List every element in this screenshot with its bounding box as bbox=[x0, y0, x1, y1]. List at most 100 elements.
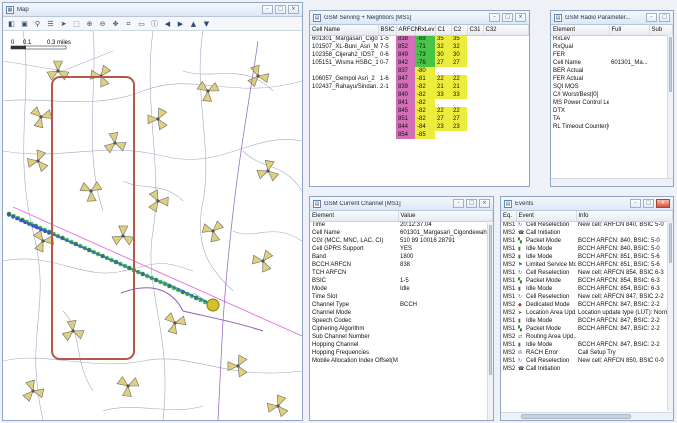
table-row[interactable]: TCH ARFCN bbox=[310, 269, 493, 277]
legend-icon[interactable]: ▭ bbox=[136, 19, 147, 29]
radio-col-header[interactable]: Sub bbox=[649, 25, 673, 36]
table-row[interactable]: 837 -80 bbox=[310, 67, 529, 75]
table-row[interactable]: C/I Worst/Best[0] bbox=[551, 91, 673, 99]
table-row[interactable]: Sub Channel Number bbox=[310, 333, 493, 341]
maximize-button[interactable]: □ bbox=[502, 13, 513, 22]
serving-col-header[interactable]: Cell Name bbox=[310, 25, 379, 36]
arrow-up-icon[interactable]: ▲ bbox=[188, 19, 199, 29]
table-row[interactable]: 102437_Rahayu/Sindan... 2-1 839 -82 21 21 bbox=[310, 83, 529, 91]
minimize-button[interactable]: – bbox=[489, 13, 500, 22]
arrow-left-icon[interactable]: ◀ bbox=[162, 19, 173, 29]
serving-col-header[interactable]: BSIC bbox=[378, 25, 397, 36]
table-row[interactable]: 841 -82 bbox=[310, 99, 529, 107]
map-titlebar[interactable]: ▦ Map – □ × bbox=[3, 3, 302, 17]
table-row[interactable]: Channel Mode bbox=[310, 309, 493, 317]
pan-icon[interactable]: ✥ bbox=[110, 19, 121, 29]
serving-titlebar[interactable]: ▤ GSM Serving + Neighbors [MS1] – □ × bbox=[310, 11, 529, 25]
close-button[interactable]: × bbox=[479, 199, 490, 208]
channel-col-header[interactable]: Value bbox=[398, 211, 493, 222]
close-button[interactable]: × bbox=[656, 199, 670, 208]
table-row[interactable]: 844 -84 23 23 bbox=[310, 123, 529, 131]
list-item[interactable]: MS2 ◆ Dedicated Mode BCCH ARFCN: 847, BSIC:… bbox=[501, 301, 673, 309]
table-row[interactable]: Cell Name 601301_Margasari_Cigondewah_ bbox=[310, 229, 493, 237]
minimize-button[interactable]: – bbox=[646, 13, 657, 22]
list-item[interactable]: MS1 ▚ Packet Mode BCCH ARFCN: 840, BSIC: 5-… bbox=[501, 237, 673, 245]
table-row[interactable]: 102358_Cijerah2_IDST_2 0-6 849 -73 30 30 bbox=[310, 51, 529, 59]
table-row[interactable]: Mobile Allocation Index Offset(MAIO) bbox=[310, 357, 493, 365]
radio-col-header[interactable]: Element bbox=[551, 25, 610, 36]
list-item[interactable]: MS1 ▮ Idle Mode BCCH ARFCN: 854, BSIC: 6-3 bbox=[501, 285, 673, 293]
scrollbar-thumb[interactable] bbox=[521, 414, 631, 419]
events-col-header[interactable]: Event bbox=[516, 211, 577, 222]
arrow-down-icon[interactable]: ▼ bbox=[201, 19, 212, 29]
map-icon[interactable]: ▣ bbox=[19, 19, 30, 29]
list-item[interactable]: MS2 ▮ Idle Mode BCCH ARFCN: 851, BSIC: 5-6 bbox=[501, 253, 673, 261]
table-row[interactable]: Time Slot bbox=[310, 293, 493, 301]
serving-col-header[interactable]: RxLev bbox=[415, 25, 436, 36]
scrollbar-thumb[interactable] bbox=[669, 223, 672, 263]
table-row[interactable]: BSIC 1-5 bbox=[310, 277, 493, 285]
maximize-button[interactable]: □ bbox=[275, 5, 286, 14]
table-row[interactable]: 851 -82 27 27 bbox=[310, 115, 529, 123]
serving-col-header[interactable]: C1 bbox=[435, 25, 452, 36]
table-row[interactable]: RxLev bbox=[551, 35, 673, 43]
maximize-button[interactable]: □ bbox=[466, 199, 477, 208]
table-row[interactable]: 840 -82 33 33 bbox=[310, 91, 529, 99]
info-icon[interactable]: ⓘ bbox=[149, 19, 160, 29]
table-row[interactable]: Ciphering Algorithm bbox=[310, 325, 493, 333]
pointer-icon[interactable]: ➤ bbox=[58, 19, 69, 29]
table-row[interactable]: Cell Name 601301_Ma... bbox=[551, 59, 673, 67]
serving-col-header[interactable]: C31 bbox=[467, 25, 484, 36]
table-row[interactable]: Band 1800 bbox=[310, 253, 493, 261]
list-item[interactable]: MS1 ▮ Idle Mode BCCH ARFCN: 847, BSIC: 2-2 bbox=[501, 341, 673, 349]
channel-titlebar[interactable]: ▤ GSM Current Channel [MS1] – □ × bbox=[310, 197, 493, 211]
list-item[interactable]: MS2 ➤ Location Area Upd... Location update … bbox=[501, 309, 673, 317]
minimize-button[interactable]: – bbox=[262, 5, 273, 14]
table-row[interactable]: SQI MOS bbox=[551, 83, 673, 91]
select-icon[interactable]: ⬚ bbox=[71, 19, 82, 29]
pin-icon[interactable]: ⚲ bbox=[32, 19, 43, 29]
scrollbar-thumb[interactable] bbox=[669, 37, 672, 92]
list-icon[interactable]: ☰ bbox=[45, 19, 56, 29]
zoom-in-icon[interactable]: ⊕ bbox=[84, 19, 95, 29]
table-row[interactable]: BER Actual bbox=[551, 67, 673, 75]
table-row[interactable]: Mode Idle bbox=[310, 285, 493, 293]
table-row[interactable]: MS Power Control Level bbox=[551, 99, 673, 107]
scrollbar-thumb[interactable] bbox=[489, 225, 492, 375]
radio-horizontal-scrollbar[interactable] bbox=[551, 178, 673, 186]
table-row[interactable]: FER Actual bbox=[551, 75, 673, 83]
serving-col-header[interactable]: ARFCN bbox=[396, 25, 419, 36]
radio-vertical-scrollbar[interactable] bbox=[667, 35, 673, 178]
table-row[interactable]: TA bbox=[551, 115, 673, 123]
list-item[interactable]: MS1 ▮ Idle Mode BCCH ARFCN: 847, BSIC: 2-2 bbox=[501, 317, 673, 325]
measure-icon[interactable]: ⌗ bbox=[123, 19, 134, 29]
channel-col-header[interactable]: Element bbox=[310, 211, 399, 222]
list-item[interactable]: MS1 ↻ Cell Reselection New cell: ARFCN 854,… bbox=[501, 269, 673, 277]
table-row[interactable]: Speech Codec bbox=[310, 317, 493, 325]
events-col-header[interactable]: Eq. bbox=[501, 211, 517, 222]
map-canvas[interactable]: 0 0.1 0.3 miles bbox=[3, 30, 302, 420]
table-row[interactable]: 106057_Gempol Asri_2 1-6 847 -81 22 22 bbox=[310, 75, 529, 83]
table-row[interactable]: Hopping Channel bbox=[310, 341, 493, 349]
list-item[interactable]: MS2⚑Limited Service Mo...BCCH ARFCN: 851… bbox=[501, 261, 673, 269]
table-row[interactable]: 845 -82 22 22 bbox=[310, 107, 529, 115]
list-item[interactable]: MS1 ▮ Idle Mode BCCH ARFCN: 840, BSIC: 5-0 bbox=[501, 245, 673, 253]
table-row[interactable]: RxQual bbox=[551, 43, 673, 51]
table-row[interactable]: 101507_XL-Buni_Asri_M... 7-5 852 -71 32 32 bbox=[310, 43, 529, 51]
layers-icon[interactable]: ◧ bbox=[6, 19, 17, 29]
minimize-button[interactable]: – bbox=[453, 199, 464, 208]
table-row[interactable]: Cell GPRS Support YES bbox=[310, 245, 493, 253]
table-row[interactable]: Hopping Frequencies bbox=[310, 349, 493, 357]
radio-col-header[interactable]: Full bbox=[609, 25, 650, 36]
list-item[interactable]: MS1 ▚ Packet Mode BCCH ARFCN: 854, BSIC: 6-… bbox=[501, 277, 673, 285]
list-item[interactable]: MS2 ☎ Call Initiation bbox=[501, 229, 673, 237]
close-button[interactable]: × bbox=[288, 5, 299, 14]
table-row[interactable]: FER bbox=[551, 51, 673, 59]
table-row[interactable]: 854 -85 bbox=[310, 131, 529, 139]
arrow-right-icon[interactable]: ▶ bbox=[175, 19, 186, 29]
list-item[interactable]: MS1 ↻ Cell Reselection New cell: ARFCN 850,… bbox=[501, 357, 673, 365]
table-row[interactable]: BCCH ARFCN 838 bbox=[310, 261, 493, 269]
table-row[interactable]: 105151_Wisma HSBC_1 0-7 842 -76 27 27 bbox=[310, 59, 529, 67]
serving-col-header[interactable]: C2 bbox=[451, 25, 468, 36]
maximize-button[interactable]: □ bbox=[659, 13, 670, 22]
